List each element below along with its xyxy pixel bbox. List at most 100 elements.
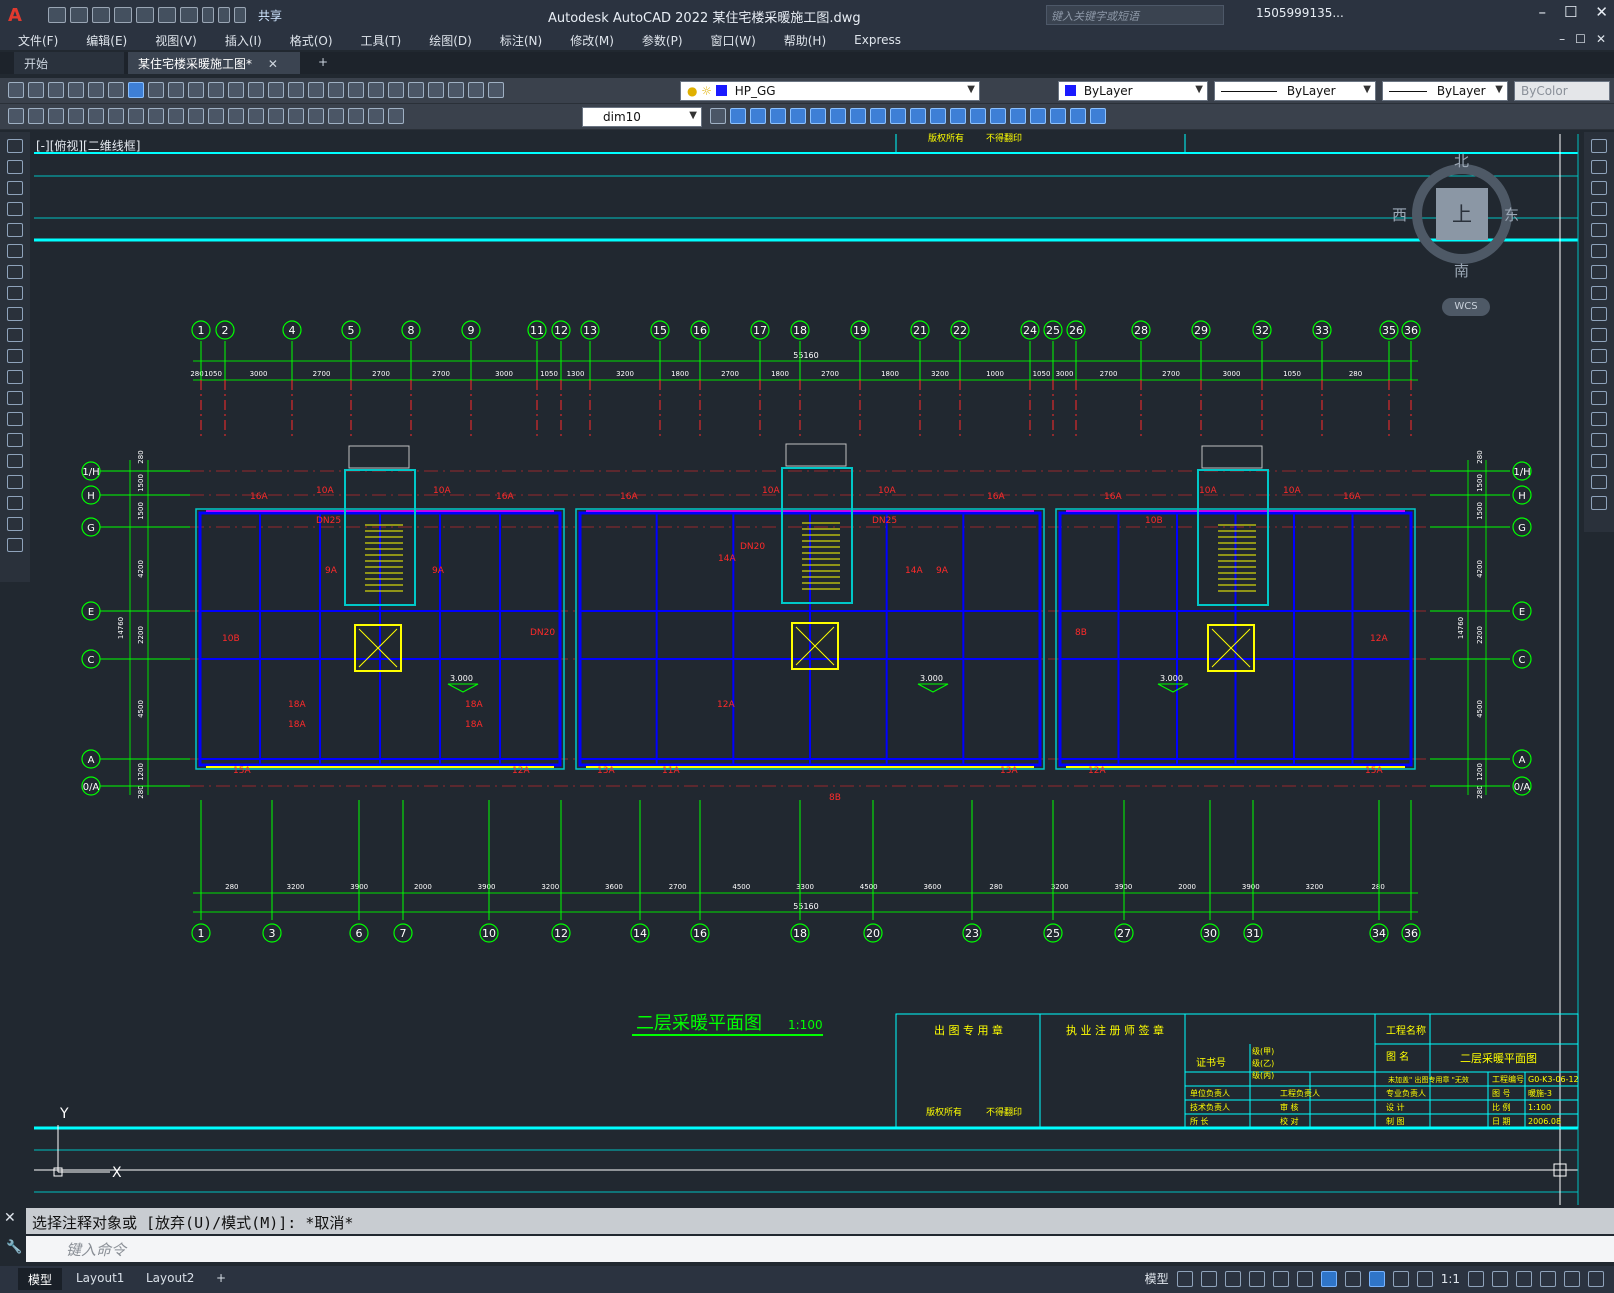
command-input[interactable]: 键入命令 [26,1236,1614,1262]
menu-window[interactable]: 窗口(W) [711,32,756,49]
dim-text-edit-icon[interactable] [368,108,384,124]
scale-icon[interactable] [850,108,866,124]
trim-icon[interactable] [890,108,906,124]
grid-icon[interactable] [1176,1270,1193,1287]
menu-edit[interactable]: 编辑(E) [86,32,127,49]
floor-plan-drawing[interactable]: 版权所有 不得翻印 55160280 1050 3000 2700 2700 2700 30… [30,131,1583,1208]
angular-icon[interactable] [148,108,164,124]
rotate-icon[interactable] [830,108,846,124]
plotstyle-dropdown[interactable]: ByColor [1514,81,1610,101]
doc-minimize-button[interactable]: – [1559,32,1565,46]
break-at-point-icon[interactable] [1591,370,1607,384]
add-selected-icon[interactable] [7,538,23,552]
viewcube[interactable]: 上 北 南 东 西 WCS [1392,150,1520,316]
arc-length-icon[interactable] [48,108,64,124]
ellipse-icon[interactable] [7,328,23,342]
compass-east[interactable]: 东 [1504,204,1519,225]
table-icon[interactable] [7,496,23,510]
tab-model[interactable]: 模型 [18,1268,63,1290]
open-icon[interactable] [28,82,44,98]
line-icon[interactable] [7,139,23,153]
polygon-icon[interactable] [7,202,23,216]
tab-active-drawing[interactable]: 某住宅楼采暖施工图* ✕ [128,52,300,74]
scale-icon[interactable] [1591,286,1607,300]
plus-icon[interactable] [1492,1270,1508,1287]
copy-icon[interactable] [168,82,184,98]
construction-line-icon[interactable] [7,160,23,174]
maximize-button[interactable]: ☐ [1564,3,1577,21]
search-input[interactable]: 键入关键字或短语 [1046,5,1224,25]
break-icon[interactable] [930,108,946,124]
share-button[interactable]: 共享 [258,7,282,24]
ordinate-icon[interactable] [68,108,84,124]
erase-icon[interactable] [1591,139,1607,153]
paste-icon[interactable] [188,82,204,98]
help-icon[interactable] [468,82,484,98]
point-icon[interactable] [7,412,23,426]
compass-north[interactable]: 北 [1454,150,1469,171]
match-properties-icon[interactable] [208,82,224,98]
app-logo[interactable]: A [8,5,30,26]
model-space-button[interactable]: 模型 [1145,1270,1169,1287]
customize-qat-icon[interactable] [234,7,246,23]
center-mark-icon[interactable] [288,108,304,124]
dim-break-icon[interactable] [248,108,264,124]
dim-space-icon[interactable] [228,108,244,124]
menu-modify[interactable]: 修改(M) [570,32,614,49]
mtext-icon[interactable] [7,517,23,531]
annotation-scale-icon[interactable] [1416,1270,1433,1287]
sheet-set-icon[interactable] [408,82,424,98]
group-icon[interactable] [1090,108,1106,124]
hardware-acceleration-icon[interactable] [1540,1270,1556,1287]
fillet-icon[interactable] [990,108,1006,124]
new-file-icon[interactable] [48,7,66,23]
save-icon[interactable] [48,82,64,98]
dim-edit-icon[interactable] [348,108,364,124]
jogged-icon[interactable] [108,108,124,124]
explode-icon[interactable] [1591,496,1607,510]
dim-update-icon[interactable] [388,108,404,124]
object-snap-icon[interactable] [1320,1270,1337,1287]
join-icon[interactable] [1591,412,1607,426]
stretch-icon[interactable] [870,108,886,124]
rectangle-icon[interactable] [7,223,23,237]
ellipse-arc-icon[interactable] [7,349,23,363]
mirror-icon[interactable] [750,108,766,124]
export-icon[interactable] [136,7,154,23]
menu-help[interactable]: 帮助(H) [784,32,826,49]
polyline-icon[interactable] [7,181,23,195]
fillet-icon[interactable] [1591,454,1607,468]
close-tab-icon[interactable]: ✕ [268,57,278,71]
plot-icon[interactable] [68,82,84,98]
array-icon[interactable] [1591,223,1607,237]
close-button[interactable]: ✕ [1595,3,1608,21]
zoom-window-icon[interactable] [308,82,324,98]
region-icon[interactable] [7,475,23,489]
cut-icon[interactable] [148,82,164,98]
tab-layout2[interactable]: Layout2 [136,1268,204,1290]
layer-dropdown[interactable]: ● ☼ HP_GG ▼ [680,81,980,101]
undo-icon[interactable] [228,82,244,98]
isodraft-icon[interactable] [1272,1270,1289,1287]
layer-properties-icon[interactable] [488,82,504,98]
move-icon[interactable] [810,108,826,124]
dim-style-icon[interactable] [710,108,726,124]
explode-icon[interactable] [1010,108,1026,124]
minimize-button[interactable]: – [1538,3,1546,21]
trim-icon[interactable] [1591,328,1607,342]
chamfer-icon[interactable] [970,108,986,124]
tolerance-icon[interactable] [268,108,284,124]
compass-west[interactable]: 西 [1392,204,1407,225]
jogged-linear-icon[interactable] [328,108,344,124]
linear-dim-icon[interactable] [8,108,24,124]
dimstyle-dropdown[interactable]: dim10 ▼ [582,107,702,127]
stretch-icon[interactable] [1591,307,1607,321]
wcs-menu[interactable]: WCS [1442,298,1490,316]
preview-icon[interactable] [88,82,104,98]
offset-icon[interactable] [1591,202,1607,216]
lineweight-icon[interactable] [1344,1270,1361,1287]
calculator-icon[interactable] [448,82,464,98]
attribute-icon[interactable] [1070,108,1086,124]
make-block-icon[interactable] [7,391,23,405]
object-snap-tracking-icon[interactable] [1296,1270,1313,1287]
